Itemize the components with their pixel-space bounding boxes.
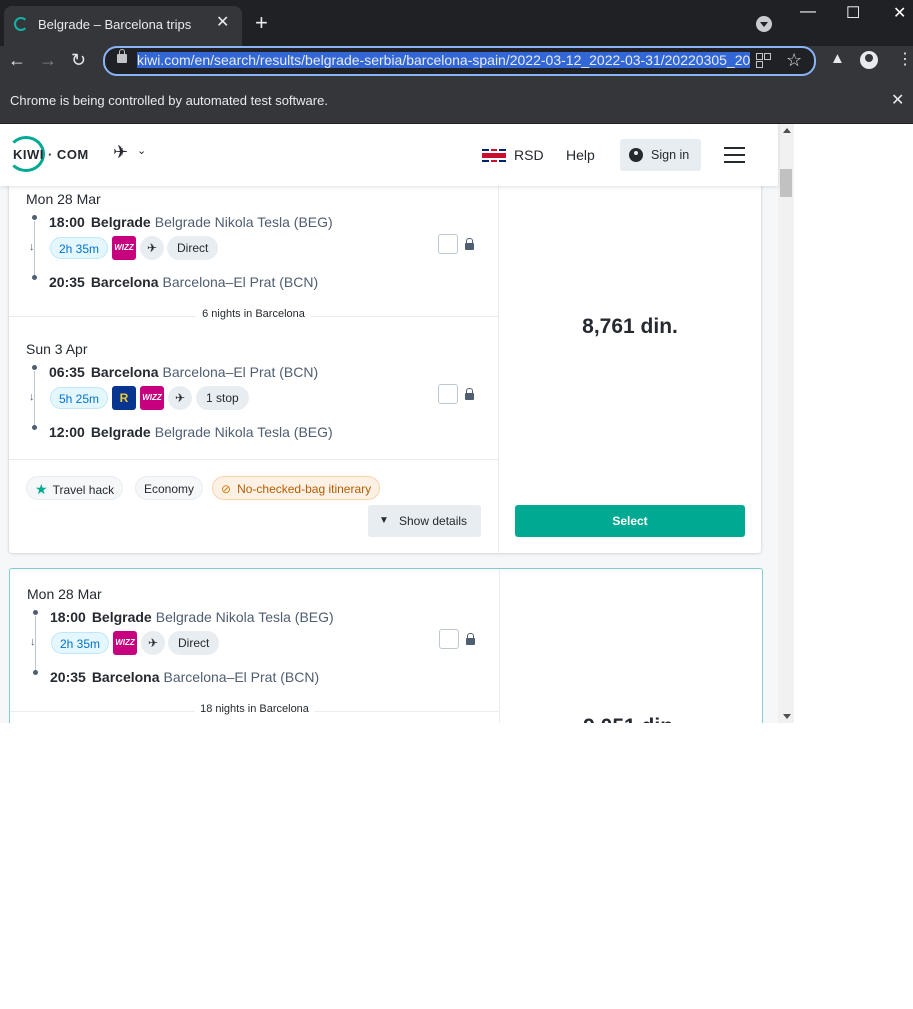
route-dot bbox=[33, 610, 38, 615]
show-details-label: Show details bbox=[399, 514, 468, 528]
plane-icon[interactable]: ✈ bbox=[113, 142, 128, 163]
plane-icon: ✈ bbox=[140, 236, 164, 260]
no-bag-icon: ⊘ bbox=[221, 482, 232, 496]
url-text[interactable]: kiwi.com/en/search/results/belgrade-serb… bbox=[137, 52, 751, 68]
stops-chip: Direct bbox=[168, 631, 220, 655]
duration-badge: 2h 35m bbox=[51, 632, 110, 654]
lock-icon bbox=[465, 238, 474, 250]
route-dot bbox=[33, 670, 38, 675]
infobar-close-icon[interactable]: ✕ bbox=[891, 90, 904, 110]
plane-icon: ✈ bbox=[141, 631, 165, 655]
plane-icon: ✈ bbox=[168, 386, 192, 410]
new-tab-icon[interactable]: + bbox=[255, 12, 268, 34]
outbound-arrival: 20:35 Barcelona Barcelona–El Prat (BCN) bbox=[49, 274, 319, 290]
address-bar[interactable]: kiwi.com/en/search/results/belgrade-serb… bbox=[103, 46, 816, 76]
price: 8,761 din. bbox=[582, 315, 678, 338]
kiwi-favicon-icon bbox=[14, 17, 28, 31]
chevron-down-icon[interactable]: ⌄ bbox=[137, 144, 146, 157]
economy-badge: Economy bbox=[135, 476, 204, 500]
bookmark-star-icon[interactable]: ☆ bbox=[786, 50, 802, 71]
result-card: Mon 28 Mar 18:00 Belgrade Belgrade Nikola … bbox=[9, 124, 761, 553]
logo-text: KIWI · COM bbox=[13, 147, 89, 162]
lock-icon bbox=[465, 388, 474, 400]
browser-titlebar: Belgrade – Barcelona trips ✕ + — ☐ ✕ bbox=[0, 0, 913, 46]
result-card: Mon 28 Mar 18:00 Belgrade Belgrade Nikola … bbox=[9, 568, 763, 723]
tab-close-icon[interactable]: ✕ bbox=[216, 12, 229, 32]
scroll-up-icon[interactable] bbox=[783, 128, 791, 133]
nights-label: 18 nights in Barcelona bbox=[194, 703, 315, 715]
down-arrow-icon: ↓ bbox=[30, 636, 36, 648]
sign-in-label: Sign in bbox=[651, 148, 690, 162]
maximize-icon[interactable]: ☐ bbox=[846, 3, 860, 23]
route-dot bbox=[32, 425, 37, 430]
tab-search-icon[interactable] bbox=[756, 16, 772, 32]
stops-chip: Direct bbox=[167, 236, 219, 260]
window-close-icon[interactable]: ✕ bbox=[893, 3, 906, 23]
outbound-departure: 18:00 Belgrade Belgrade Nikola Tesla (BEG) bbox=[49, 214, 333, 230]
page-viewport: KIWI · COM ✈ ⌄ RSD Help Sign in Mon 28 M… bbox=[0, 124, 794, 723]
site-header: KIWI · COM ✈ ⌄ RSD Help Sign in bbox=[0, 124, 778, 186]
travel-hack-badge[interactable]: ★ Travel hack bbox=[26, 476, 124, 500]
lock-icon bbox=[466, 633, 475, 645]
outbound-date: Mon 28 Mar bbox=[27, 586, 102, 602]
sign-in-button[interactable]: Sign in bbox=[620, 139, 701, 171]
select-checkbox[interactable] bbox=[438, 384, 458, 404]
section-divider bbox=[9, 459, 498, 460]
route-dot bbox=[32, 365, 37, 370]
back-icon[interactable]: ← bbox=[8, 50, 26, 71]
help-link[interactable]: Help bbox=[566, 147, 595, 163]
outbound-date: Mon 28 Mar bbox=[26, 191, 101, 207]
currency-selector[interactable]: RSD bbox=[514, 147, 544, 163]
ryanair-logo: R bbox=[112, 386, 136, 410]
forward-icon[interactable]: → bbox=[39, 50, 57, 71]
scroll-down-icon[interactable] bbox=[783, 714, 791, 719]
tab-title: Belgrade – Barcelona trips bbox=[38, 17, 192, 32]
select-checkbox[interactable] bbox=[438, 234, 458, 254]
uk-flag-icon[interactable] bbox=[482, 149, 506, 162]
extensions-flask-icon[interactable]: ▲ bbox=[830, 50, 845, 67]
kiwi-logo[interactable]: KIWI · COM bbox=[7, 136, 89, 174]
nights-divider: 6 nights in Barcelona bbox=[9, 308, 498, 320]
wizz-air-logo: WIZZ bbox=[112, 236, 136, 260]
nights-divider: 18 nights in Barcelona bbox=[10, 703, 499, 715]
nights-label: 6 nights in Barcelona bbox=[196, 308, 311, 320]
browser-toolbar: ← → ↻ kiwi.com/en/search/results/belgrad… bbox=[0, 46, 913, 76]
qr-code-icon[interactable] bbox=[755, 52, 771, 68]
lock-icon[interactable] bbox=[117, 49, 127, 63]
browser-tab[interactable]: Belgrade – Barcelona trips ✕ bbox=[4, 6, 242, 46]
chevron-down-icon: ▼ bbox=[379, 515, 389, 526]
reload-icon[interactable]: ↻ bbox=[71, 50, 86, 71]
route-dot bbox=[32, 275, 37, 280]
down-arrow-icon: ↓ bbox=[29, 391, 35, 403]
stops-chip: 1 stop bbox=[196, 386, 249, 410]
chrome-menu-icon[interactable]: ⋮ bbox=[897, 49, 913, 69]
card-divider bbox=[499, 569, 500, 723]
route-dot bbox=[32, 215, 37, 220]
wizz-air-logo: WIZZ bbox=[113, 631, 137, 655]
select-checkbox[interactable] bbox=[439, 629, 459, 649]
inbound-arrival: 12:00 Belgrade Belgrade Nikola Tesla (BEG) bbox=[49, 424, 333, 440]
page-scrollbar[interactable] bbox=[778, 124, 794, 723]
select-button[interactable]: Select bbox=[515, 505, 745, 537]
no-checked-bag-badge[interactable]: ⊘ No-checked-bag itinerary bbox=[212, 476, 381, 500]
price: 9,051 din. bbox=[500, 715, 762, 723]
down-arrow-icon: ↓ bbox=[29, 241, 35, 253]
duration-badge: 2h 35m bbox=[50, 237, 109, 259]
star-icon: ★ bbox=[35, 481, 48, 497]
show-details-button[interactable]: ▼ Show details bbox=[368, 505, 481, 537]
profile-avatar-icon[interactable] bbox=[860, 51, 878, 69]
user-icon bbox=[629, 148, 643, 162]
minimize-icon[interactable]: — bbox=[800, 3, 816, 21]
automation-infobar: Chrome is being controlled by automated … bbox=[0, 76, 913, 124]
scrollbar-thumb[interactable] bbox=[780, 169, 792, 197]
menu-icon[interactable] bbox=[724, 147, 745, 163]
outbound-arrival: 20:35 Barcelona Barcelona–El Prat (BCN) bbox=[50, 669, 320, 685]
inbound-date: Sun 3 Apr bbox=[26, 341, 88, 357]
inbound-departure: 06:35 Barcelona Barcelona–El Prat (BCN) bbox=[49, 364, 319, 380]
duration-badge: 5h 25m bbox=[50, 387, 109, 409]
outbound-departure: 18:00 Belgrade Belgrade Nikola Tesla (BEG) bbox=[50, 609, 334, 625]
infobar-message: Chrome is being controlled by automated … bbox=[10, 93, 328, 108]
wizz-air-logo: WIZZ bbox=[140, 386, 164, 410]
